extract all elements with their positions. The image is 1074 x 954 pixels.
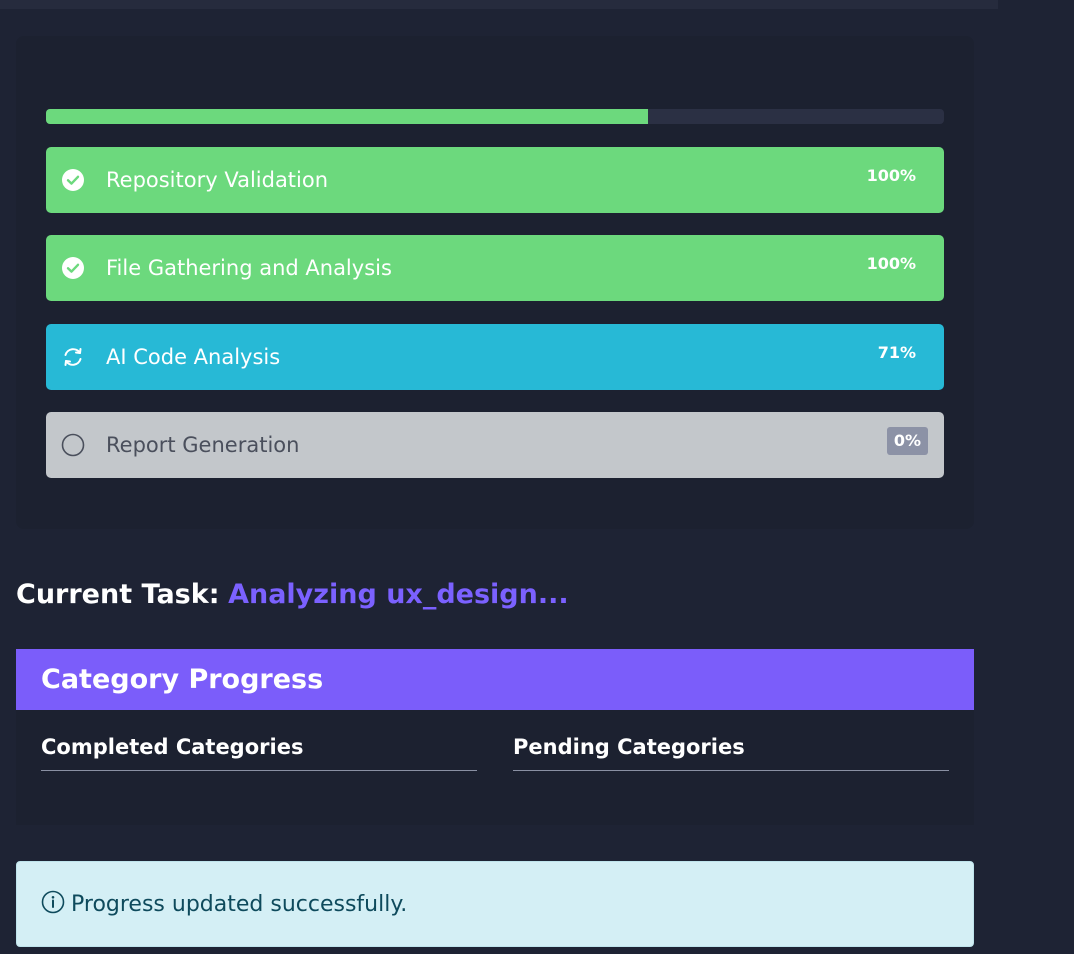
current-task-label: Current Task: [16, 579, 220, 610]
current-task: Current Task: Analyzing ux_design... [16, 576, 569, 614]
step-percent: 71% [877, 343, 916, 362]
step-percent: 100% [866, 254, 916, 273]
info-icon [41, 890, 65, 918]
step-label: Repository Validation [106, 168, 329, 192]
empty-circle-icon [60, 432, 86, 458]
pending-categories-header: Pending Categories [513, 735, 745, 759]
overall-progress-fill [46, 109, 648, 124]
current-task-value: Analyzing ux_design... [228, 579, 569, 610]
category-progress-header: Category Progress [16, 649, 974, 710]
category-progress-panel: Category Progress Completed Categories P… [16, 649, 974, 825]
step-percent: 100% [866, 166, 916, 185]
completed-categories-column: Completed Categories [41, 735, 477, 771]
step-label: Report Generation [106, 433, 300, 457]
step-repository-validation: Repository Validation 100% [46, 147, 944, 213]
info-alert: Progress updated successfully. [16, 861, 974, 947]
check-circle-icon [60, 167, 86, 193]
category-progress-title: Category Progress [41, 664, 324, 695]
alert-message: Progress updated successfully. [71, 891, 408, 917]
sync-icon [60, 344, 86, 370]
check-circle-icon [60, 255, 86, 281]
step-file-gathering: File Gathering and Analysis 100% [46, 235, 944, 301]
pending-categories-column: Pending Categories [513, 735, 949, 771]
completed-categories-header: Completed Categories [41, 735, 304, 759]
step-percent-badge: 0% [886, 427, 928, 455]
step-label: File Gathering and Analysis [106, 256, 392, 280]
step-report-generation: Report Generation 0% [46, 412, 944, 478]
overall-progress-bar [46, 109, 944, 124]
step-ai-code-analysis: AI Code Analysis 71% [46, 324, 944, 390]
step-label: AI Code Analysis [106, 345, 281, 369]
top-bar [0, 0, 998, 9]
